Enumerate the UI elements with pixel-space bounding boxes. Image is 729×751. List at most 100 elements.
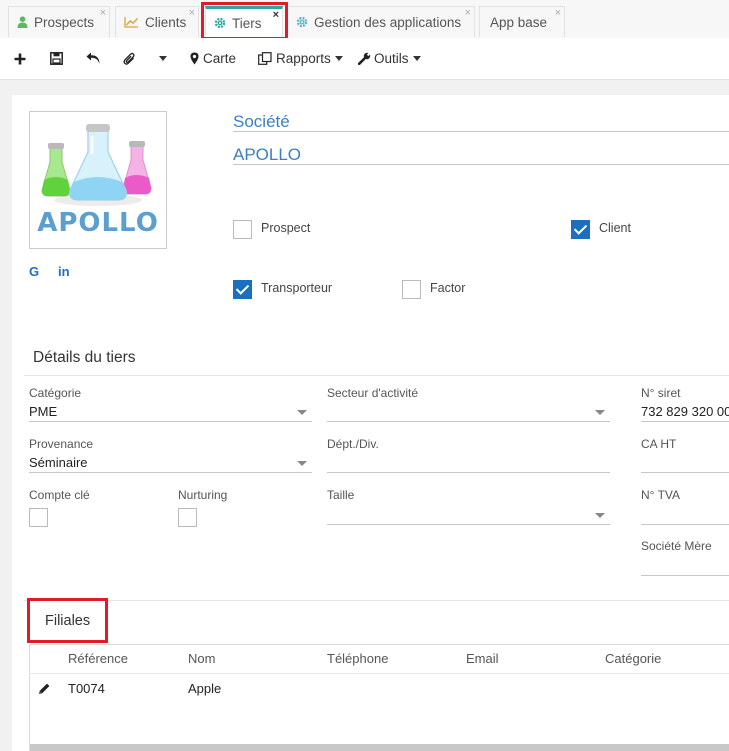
company-name-underline: [233, 164, 729, 165]
company-name-input[interactable]: APOLLO: [233, 145, 301, 165]
caret-down-icon[interactable]: [595, 410, 605, 415]
chart-line-icon: [124, 16, 139, 28]
column-header[interactable]: Nom: [188, 651, 215, 666]
caret-down-icon[interactable]: [297, 410, 307, 415]
undo-button[interactable]: [86, 38, 101, 79]
societe-mere-label: Société Mère: [641, 539, 712, 553]
tab-clients[interactable]: Clients ×: [115, 6, 199, 37]
ca-label: CA HT: [641, 437, 677, 451]
horizontal-scrollbar[interactable]: [30, 744, 729, 751]
carte-label: Carte: [203, 51, 237, 66]
column-header[interactable]: Référence: [68, 651, 128, 666]
provenance-select[interactable]: Séminaire: [29, 455, 88, 470]
tab-prospects[interactable]: Prospects ×: [8, 6, 110, 37]
factor-checkbox[interactable]: [402, 280, 421, 299]
dept-label: Dépt./Div.: [327, 437, 379, 451]
close-icon[interactable]: ×: [189, 8, 195, 19]
caret-down-icon: [412, 56, 421, 61]
table-left-border: [29, 644, 30, 751]
gear-icon: [296, 16, 308, 28]
google-icon[interactable]: G: [29, 264, 39, 279]
categorie-select[interactable]: PME: [29, 404, 57, 419]
factor-label: Factor: [430, 281, 466, 295]
prospect-checkbox[interactable]: [233, 220, 252, 239]
paperclip-icon: [123, 52, 135, 65]
tab-label: Prospects: [34, 14, 95, 30]
nurturing-checkbox[interactable]: [178, 508, 197, 527]
column-header[interactable]: Catégorie: [605, 651, 661, 666]
caret-down-icon: [334, 56, 343, 61]
client-label: Client: [599, 221, 631, 235]
tva-input[interactable]: [641, 524, 729, 525]
tab-bar: Prospects × Clients × Tiers × Gestion de…: [0, 0, 729, 39]
siret-input[interactable]: 732 829 320 00: [641, 404, 729, 419]
caret-down-icon: [159, 56, 167, 61]
client-checkbox[interactable]: [571, 220, 590, 239]
societe-mere-input[interactable]: [641, 575, 729, 576]
compte-cle-label: Compte clé: [29, 488, 90, 502]
more-dropdown[interactable]: [155, 38, 167, 79]
attach-button[interactable]: [123, 38, 136, 79]
transporteur-label: Transporteur: [261, 281, 333, 295]
societe-underline: [233, 131, 729, 132]
section-divider: [24, 375, 729, 376]
tva-label: N° TVA: [641, 488, 681, 502]
ca-input[interactable]: [641, 472, 729, 473]
taille-label: Taille: [327, 488, 355, 502]
edit-pencil-icon[interactable]: [38, 682, 51, 698]
column-header[interactable]: Téléphone: [327, 651, 388, 666]
secteur-label: Secteur d'activité: [327, 386, 419, 400]
filiales-section-title: Filiales: [45, 613, 91, 629]
tab-app-base[interactable]: App base ×: [479, 6, 565, 37]
logo-text: APOLLO: [37, 208, 159, 238]
tab-gestion-des-applications[interactable]: Gestion des applications ×: [287, 6, 475, 37]
company-logo[interactable]: APOLLO: [29, 111, 167, 249]
save-button[interactable]: [50, 38, 63, 79]
carte-button[interactable]: Carte: [190, 38, 236, 79]
undo-icon: [86, 52, 100, 64]
provenance-underline: [29, 472, 312, 473]
toolbar: Carte Rapports Outils: [0, 38, 729, 80]
caret-down-icon[interactable]: [297, 461, 307, 466]
header-divider: [30, 673, 729, 674]
row-nom: Apple: [188, 681, 222, 696]
categorie-label: Catégorie: [29, 386, 82, 400]
compte-cle-checkbox[interactable]: [29, 508, 48, 527]
wrench-icon: [358, 52, 371, 65]
caret-down-icon[interactable]: [595, 513, 605, 518]
secteur-select[interactable]: [327, 421, 610, 422]
transporteur-checkbox[interactable]: [233, 280, 252, 299]
siret-underline: [641, 421, 729, 422]
add-button[interactable]: [14, 38, 26, 79]
provenance-label: Provenance: [29, 437, 94, 451]
siret-label: N° siret: [641, 386, 681, 400]
close-icon[interactable]: ×: [555, 8, 561, 19]
close-icon[interactable]: ×: [465, 8, 471, 19]
societe-label: Société: [233, 112, 290, 131]
rapports-menu[interactable]: Rapports: [258, 38, 343, 79]
prospect-label: Prospect: [261, 221, 311, 235]
column-header[interactable]: Email: [466, 651, 499, 666]
close-icon[interactable]: ×: [273, 10, 279, 21]
outils-menu[interactable]: Outils: [358, 38, 421, 79]
tab-label: Tiers: [232, 15, 262, 31]
linkedin-icon[interactable]: in: [58, 264, 70, 279]
taille-select[interactable]: [327, 524, 610, 525]
flask-icon: [41, 124, 152, 206]
plus-icon: [14, 53, 26, 64]
outils-label: Outils: [374, 51, 409, 66]
rapports-label: Rapports: [276, 51, 331, 66]
map-marker-icon: [190, 52, 199, 65]
section-divider: [24, 600, 729, 601]
details-section-title: Détails du tiers: [33, 349, 136, 366]
copy-icon: [258, 52, 272, 65]
table-top-border: [29, 644, 729, 645]
row-reference: T0074: [68, 681, 105, 696]
close-icon[interactable]: ×: [100, 8, 106, 19]
dept-input[interactable]: [327, 472, 610, 473]
nurturing-label: Nurturing: [178, 488, 228, 502]
tab-tiers[interactable]: Tiers ×: [205, 6, 283, 37]
tab-label: Clients: [145, 14, 187, 30]
tab-label: Gestion des applications: [314, 14, 462, 30]
tab-label: App base: [490, 14, 548, 30]
